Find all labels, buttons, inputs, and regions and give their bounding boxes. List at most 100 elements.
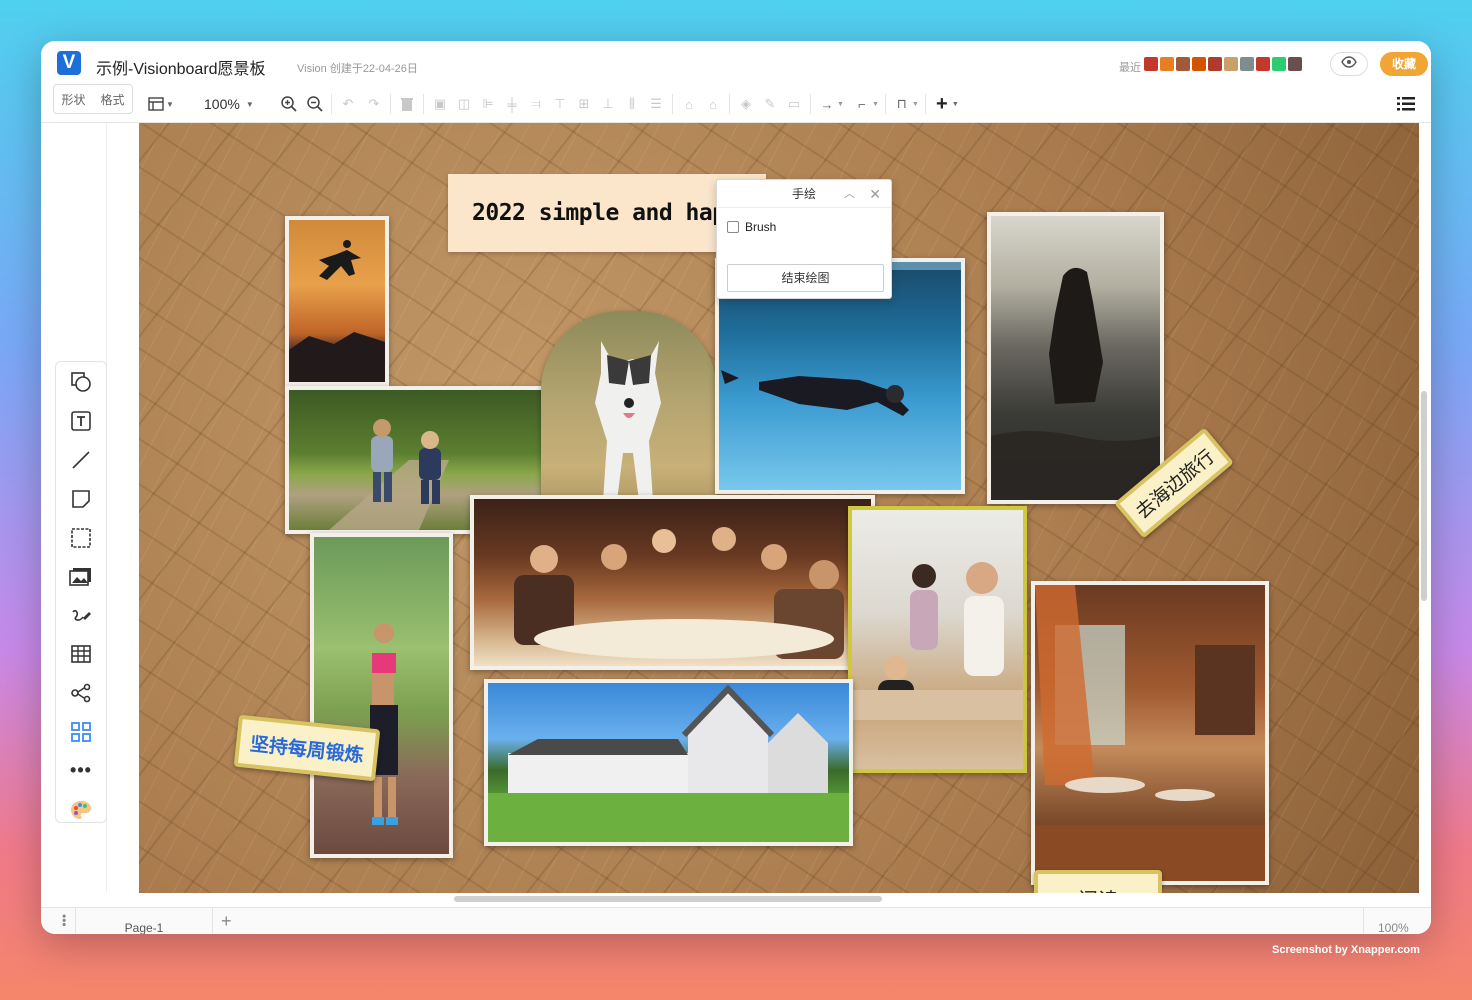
divider <box>924 94 926 114</box>
menu-icon <box>1396 94 1416 114</box>
bottom-zoom-level[interactable]: 100% <box>1363 908 1409 934</box>
distribute-v-icon[interactable]: ☰ <box>646 94 666 114</box>
page-menu-icon[interactable]: ••• <box>57 914 71 927</box>
vertical-scrollbar[interactable] <box>1421 391 1427 601</box>
add-page-button[interactable]: + <box>221 908 232 934</box>
title-bar: V 示例-Visionboard愿景板 Vision 创建于22-04-26日 … <box>41 41 1431 85</box>
avatar[interactable] <box>1176 57 1190 71</box>
line-color-icon[interactable]: ✎ <box>760 94 780 114</box>
apps-icon[interactable] <box>68 719 94 744</box>
recent-avatars[interactable] <box>1144 57 1302 71</box>
preview-button[interactable] <box>1330 52 1368 76</box>
layout-icon <box>146 94 166 114</box>
photo-runner[interactable] <box>310 533 453 858</box>
distribute-h-icon[interactable]: ⫼ <box>622 94 642 114</box>
style-brush-icon[interactable]: ⌂ <box>703 94 723 114</box>
chevron-down-icon: ▼ <box>245 99 254 109</box>
tape-exercise-label: 坚持每周锻炼 <box>248 732 365 767</box>
eye-icon <box>1341 55 1357 73</box>
menu-button[interactable] <box>1396 85 1416 123</box>
shapes-icon[interactable] <box>68 370 94 395</box>
bring-front-icon[interactable]: ▣ <box>430 94 450 114</box>
align-middle-icon[interactable]: ⊞ <box>574 94 594 114</box>
insert-plus-icon[interactable]: + <box>932 93 952 115</box>
layout-dropdown[interactable]: ▼ <box>146 85 174 123</box>
table-icon[interactable] <box>68 642 94 667</box>
undo-icon[interactable]: ↶ <box>338 94 358 114</box>
brush-checkbox[interactable] <box>727 221 739 233</box>
photo-cooking[interactable] <box>848 506 1027 773</box>
redo-icon[interactable]: ↷ <box>364 94 384 114</box>
photo-dinner[interactable] <box>470 495 875 670</box>
divider <box>331 94 332 114</box>
text-icon[interactable] <box>68 409 94 434</box>
avatar[interactable] <box>1240 57 1254 71</box>
left-panel: ••• <box>41 123 107 893</box>
avatar[interactable] <box>1144 57 1158 71</box>
avatar[interactable] <box>1192 57 1206 71</box>
close-icon[interactable]: ✕ <box>869 180 881 208</box>
page-tab-1[interactable]: Page-1 <box>75 908 213 934</box>
photo-sea-woman[interactable] <box>987 212 1164 504</box>
app-window: V 示例-Visionboard愿景板 Vision 创建于22-04-26日 … <box>41 41 1431 934</box>
app-logo: V <box>57 51 81 75</box>
runner-illustration <box>370 623 398 825</box>
tab-format[interactable]: 格式 <box>100 91 124 108</box>
line-icon[interactable] <box>68 448 94 473</box>
image-icon[interactable] <box>68 564 94 589</box>
tab-shape[interactable]: 形状 <box>61 91 85 108</box>
align-center-icon[interactable]: ╪ <box>502 94 522 114</box>
brush-option[interactable]: Brush <box>727 220 776 234</box>
zoom-in-icon[interactable] <box>279 94 299 114</box>
photo-cafe[interactable] <box>1031 581 1269 885</box>
avatar[interactable] <box>1288 57 1302 71</box>
shape-toolbar: ••• <box>55 361 107 823</box>
zoom-out-icon[interactable] <box>305 94 325 114</box>
pen-icon[interactable] <box>68 603 94 628</box>
format-painter-icon[interactable]: ⌂ <box>679 94 699 114</box>
send-back-icon[interactable]: ◫ <box>454 94 474 114</box>
popup-header: 手绘 ︿ ✕ <box>717 180 891 208</box>
align-top-icon[interactable]: ⊤ <box>550 94 570 114</box>
note-text: 2022 simple and happy <box>472 200 753 226</box>
screenshot-credit: Screenshot by Xnapper.com <box>1272 944 1420 956</box>
avatar[interactable] <box>1208 57 1222 71</box>
brush-label: Brush <box>745 220 777 234</box>
fill-color-icon[interactable]: ◈ <box>736 94 756 114</box>
align-left-icon[interactable]: ⊫ <box>478 94 498 114</box>
chevron-up-icon[interactable]: ︿ <box>844 180 855 208</box>
panel-tabs: 形状 格式 <box>53 84 133 114</box>
tape-reading-label: 阅读 <box>1078 884 1118 894</box>
avatar[interactable] <box>1224 57 1238 71</box>
delete-icon[interactable] <box>397 94 417 114</box>
frame-icon[interactable] <box>68 525 94 550</box>
sticky-note-icon[interactable] <box>68 486 94 511</box>
avatar[interactable] <box>1256 57 1270 71</box>
jumper-silhouette <box>289 240 385 382</box>
avatar[interactable] <box>1160 57 1174 71</box>
align-right-icon[interactable]: ⫤ <box>526 94 546 114</box>
avatar[interactable] <box>1272 57 1286 71</box>
shadow-icon[interactable]: ▭ <box>784 94 804 114</box>
photo-jumper[interactable] <box>285 216 389 386</box>
more-icon[interactable]: ••• <box>68 758 94 783</box>
waypoint-icon[interactable]: ⊓ <box>892 94 912 114</box>
chevron-down-icon: ▼ <box>911 100 919 108</box>
connector-style-icon[interactable]: ⌐ <box>852 94 872 114</box>
divider <box>810 94 811 114</box>
horizontal-scrollbar[interactable] <box>454 896 882 902</box>
zoom-dropdown[interactable]: 100% ▼ <box>204 85 254 123</box>
photo-house[interactable] <box>484 679 853 846</box>
collect-button[interactable]: 收藏 <box>1380 52 1428 76</box>
mindmap-icon[interactable] <box>68 681 94 706</box>
end-drawing-button[interactable]: 结束绘图 <box>727 264 884 292</box>
palette-icon[interactable] <box>68 797 94 822</box>
align-bottom-icon[interactable]: ⊥ <box>598 94 618 114</box>
tape-reading[interactable]: 阅读 <box>1034 870 1162 893</box>
document-title[interactable]: 示例-Visionboard愿景板 <box>96 55 266 79</box>
woman-silhouette <box>991 267 1160 500</box>
divider <box>390 94 391 114</box>
page-bar: ••• Page-1 + 100% <box>41 907 1431 934</box>
zoom-level: 100% <box>204 96 240 112</box>
arrow-style-icon[interactable]: → <box>817 94 837 114</box>
